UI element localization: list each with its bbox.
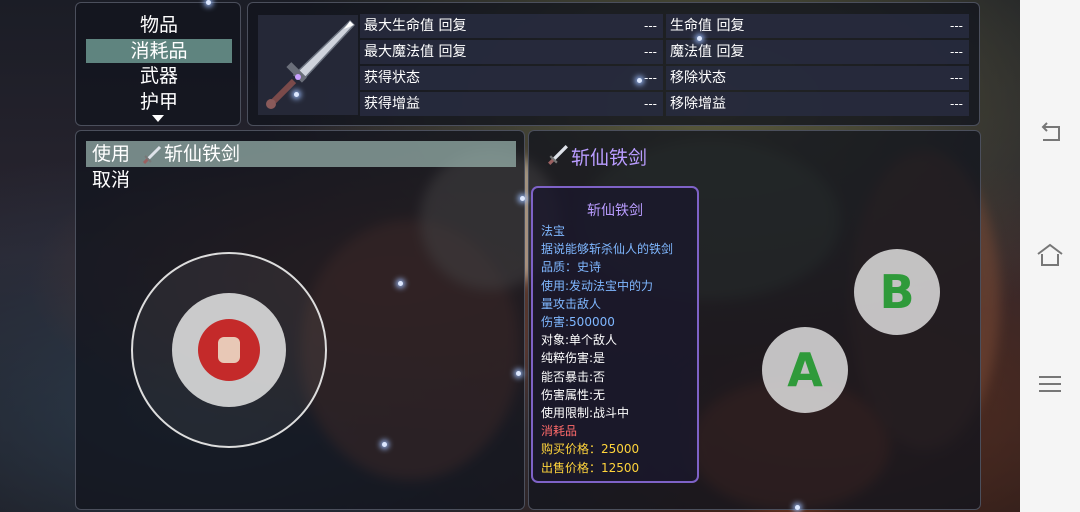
card-line: 纯粹伤害:是 bbox=[541, 351, 606, 366]
scroll-down-arrow-icon[interactable] bbox=[152, 115, 164, 122]
category-menu: 物品 消耗品 武器 护甲 bbox=[75, 2, 241, 126]
effect-value: --- bbox=[950, 71, 963, 85]
menu-icon bbox=[1039, 376, 1061, 392]
effect-value: --- bbox=[644, 45, 657, 59]
sparkle bbox=[206, 0, 211, 5]
sword-icon bbox=[266, 19, 356, 109]
effect-cell: 最大魔法值 回复 --- bbox=[360, 40, 663, 64]
card-line: 法宝 bbox=[541, 224, 566, 238]
effect-label: 获得状态 bbox=[364, 70, 420, 86]
sparkle bbox=[697, 36, 702, 41]
sparkle bbox=[637, 78, 642, 83]
back-button[interactable] bbox=[1035, 118, 1065, 148]
category-item[interactable]: 物品 bbox=[86, 13, 232, 37]
card-line: 购买价格：25000 bbox=[541, 442, 640, 457]
category-item[interactable]: 消耗品 bbox=[86, 39, 232, 63]
effect-label: 最大魔法值 回复 bbox=[364, 44, 467, 60]
navigation-bar bbox=[1020, 0, 1080, 512]
use-item-name: 斩仙铁剑 bbox=[164, 143, 241, 165]
effect-value: --- bbox=[950, 45, 963, 59]
sparkle bbox=[294, 92, 299, 97]
hero-avatar-icon bbox=[218, 337, 240, 363]
use-label: 使用 bbox=[92, 143, 131, 165]
sparkle bbox=[398, 281, 403, 286]
effect-label: 魔法值 回复 bbox=[670, 44, 745, 60]
card-line: 据说能够斩杀仙人的铁剑 bbox=[541, 242, 674, 257]
effect-cell: 生命值 回复 --- bbox=[666, 14, 969, 38]
effect-value: --- bbox=[644, 19, 657, 33]
effect-cell: 获得增益 --- bbox=[360, 92, 663, 116]
card-line: 出售价格：12500 bbox=[541, 460, 640, 475]
effect-cell: 移除状态 --- bbox=[666, 66, 969, 90]
card-line: 消耗品 bbox=[541, 424, 578, 439]
effect-cell: 移除增益 --- bbox=[666, 92, 969, 116]
item-info-card: 斩仙铁剑 法宝据说能够斩杀仙人的铁剑 品质：史诗使用:发动法宝中的力 量攻击敌人伤害… bbox=[531, 186, 699, 483]
sparkle bbox=[795, 505, 800, 510]
card-line: 品质：史诗 bbox=[541, 260, 602, 275]
effect-panel: 最大生命值 回复 --- 生命值 回复 --- 最大魔法值 回复 --- 魔法值 回复 ---… bbox=[247, 2, 980, 126]
effect-value: --- bbox=[950, 97, 963, 111]
card-line: 伤害属性:无 bbox=[541, 387, 606, 402]
card-line: 使用:发动法宝中的力 bbox=[541, 278, 654, 293]
card-title: 斩仙铁剑 bbox=[587, 203, 643, 219]
effect-value: --- bbox=[950, 19, 963, 33]
card-line: 使用限制:战斗中 bbox=[541, 406, 630, 420]
card-line: 能否暴击:否 bbox=[541, 369, 606, 384]
card-line: 对象:单个敌人 bbox=[541, 333, 618, 348]
sparkle bbox=[382, 442, 387, 447]
sparkle bbox=[516, 371, 521, 376]
card-line: 量攻击敌人 bbox=[541, 296, 602, 311]
effect-value: --- bbox=[644, 71, 657, 85]
effect-cell: 魔法值 回复 --- bbox=[666, 40, 969, 64]
effect-label: 生命值 回复 bbox=[670, 18, 745, 34]
effect-label: 获得增益 bbox=[364, 96, 420, 112]
home-icon bbox=[1037, 243, 1063, 266]
home-button[interactable] bbox=[1035, 240, 1065, 270]
b-button[interactable]: B bbox=[854, 249, 940, 335]
category-item[interactable]: 武器 bbox=[86, 64, 232, 88]
item-icon-frame bbox=[258, 15, 358, 115]
menu-button[interactable] bbox=[1035, 369, 1065, 399]
item-name: 斩仙铁剑 bbox=[571, 147, 648, 169]
effect-cell: 获得状态 --- bbox=[360, 66, 663, 90]
back-icon bbox=[1041, 122, 1060, 141]
game-screen: 物品 消耗品 武器 护甲 最大生命值 回复 --- 生命值 回复 --- 最大魔法值 回复 --… bbox=[0, 0, 1020, 512]
sparkle bbox=[520, 196, 525, 201]
effect-cell: 最大生命值 回复 --- bbox=[360, 14, 663, 38]
category-item[interactable]: 护甲 bbox=[86, 90, 232, 114]
effect-label: 最大生命值 回复 bbox=[364, 18, 467, 34]
card-line: 伤害:500000 bbox=[541, 315, 615, 329]
effect-label: 移除状态 bbox=[670, 70, 726, 86]
effect-value: --- bbox=[644, 97, 657, 111]
cancel-command[interactable]: 取消 bbox=[92, 167, 130, 193]
sword-icon bbox=[548, 145, 568, 165]
sword-icon bbox=[142, 145, 162, 165]
a-button[interactable]: A bbox=[762, 327, 848, 413]
effect-label: 移除增益 bbox=[670, 96, 726, 112]
